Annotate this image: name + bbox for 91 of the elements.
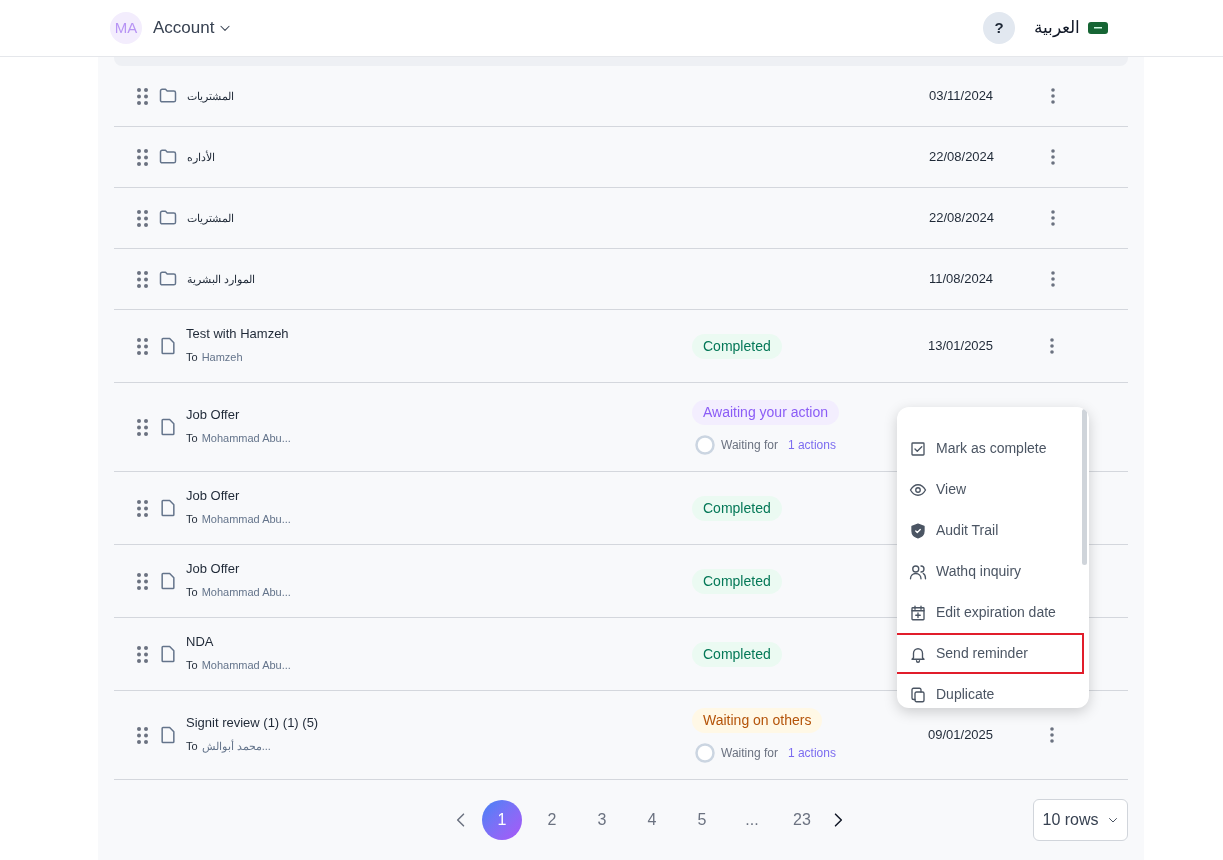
- waiting-label: Waiting for: [721, 744, 778, 762]
- date-text: 09/01/2025: [928, 726, 995, 745]
- language-button[interactable]: العربية: [1034, 15, 1108, 41]
- drag-handle-icon[interactable]: [137, 418, 148, 436]
- pending-circle-icon: [695, 434, 715, 455]
- menu-item[interactable]: Audit Trail: [897, 510, 1084, 551]
- status-badge: Completed: [692, 495, 782, 521]
- more-options-icon[interactable]: [1050, 338, 1054, 354]
- account-menu-button[interactable]: Account: [153, 15, 233, 41]
- pending-circle-icon: [695, 742, 715, 763]
- actions-link[interactable]: 1 actions: [787, 435, 836, 454]
- document-icon: [158, 643, 178, 665]
- date-text: 03/11/2024: [929, 87, 995, 106]
- status-badge: Completed: [692, 333, 782, 359]
- date-text: 22/08/2024: [929, 148, 996, 167]
- actions-link[interactable]: 1 actions: [787, 743, 836, 762]
- page-button[interactable]: 1: [482, 800, 522, 840]
- drag-handle-icon[interactable]: [137, 337, 148, 355]
- recipient-name: محمد أبوالش...: [201, 738, 271, 755]
- item-title[interactable]: المشتريات: [187, 209, 693, 227]
- recipient-name: Mohammad Abu...: [201, 658, 291, 673]
- item-title[interactable]: Job Offer: [186, 558, 692, 578]
- date-text: 11/08/2024: [929, 270, 995, 289]
- menu-item[interactable]: View: [897, 469, 1084, 510]
- drag-handle-icon[interactable]: [137, 499, 148, 517]
- folder-icon: [157, 269, 179, 289]
- page-button[interactable]: 4: [632, 800, 672, 840]
- item-title[interactable]: الموارد البشرية: [187, 270, 693, 288]
- item-title[interactable]: Job Offer: [186, 485, 692, 505]
- recipient-name: Mohammad Abu...: [201, 512, 291, 527]
- more-options-icon[interactable]: [1050, 727, 1054, 743]
- to-label: To: [186, 431, 198, 446]
- to-label: To: [186, 658, 198, 673]
- item-title[interactable]: Test with Hamzeh: [186, 323, 692, 343]
- to-label: To: [186, 350, 198, 365]
- checkbox-icon: [909, 439, 927, 458]
- to-label: To: [186, 512, 198, 527]
- drag-handle-icon[interactable]: [137, 645, 148, 663]
- item-title[interactable]: الأداره: [187, 148, 693, 166]
- menu-item[interactable]: Mark as complete: [897, 428, 1084, 469]
- item-title[interactable]: Signit review (1) (1) (5): [186, 712, 692, 732]
- menu-item[interactable]: Edit expiration date: [897, 592, 1084, 633]
- recipient-name: Hamzeh: [201, 350, 243, 365]
- page-button[interactable]: ...: [732, 800, 772, 840]
- folder-icon: [157, 208, 179, 228]
- to-label: To: [186, 585, 198, 600]
- folder-icon: [157, 147, 179, 167]
- drag-handle-icon[interactable]: [137, 87, 148, 105]
- status-badge: Completed: [692, 641, 782, 667]
- document-icon: [158, 335, 178, 357]
- page-button[interactable]: 5: [682, 800, 722, 840]
- document-icon: [158, 497, 178, 519]
- more-options-icon[interactable]: [1051, 271, 1055, 287]
- scrollbar-thumb[interactable]: [1082, 409, 1087, 565]
- more-options-icon[interactable]: [1051, 88, 1055, 104]
- rows-per-page-select[interactable]: 10 rows: [1033, 799, 1128, 841]
- date-text: 13/01/2025: [928, 337, 995, 356]
- shield-icon: [909, 521, 927, 540]
- folder-icon: [157, 86, 179, 106]
- item-title[interactable]: Job Offer: [186, 404, 692, 424]
- drag-handle-icon[interactable]: [137, 270, 148, 288]
- drag-handle-icon[interactable]: [137, 148, 148, 166]
- page-button[interactable]: 3: [582, 800, 622, 840]
- date-text: 22/08/2024: [929, 209, 996, 228]
- menu-item[interactable]: Send reminder: [897, 633, 1084, 674]
- recipient-name: Mohammad Abu...: [201, 431, 291, 446]
- help-button[interactable]: ?: [983, 12, 1015, 44]
- drag-handle-icon[interactable]: [137, 209, 148, 227]
- item-title[interactable]: NDA: [186, 631, 692, 651]
- drag-handle-icon[interactable]: [137, 572, 148, 590]
- recipient-name: Mohammad Abu...: [201, 585, 291, 600]
- page-button[interactable]: 23: [782, 800, 822, 840]
- more-options-icon[interactable]: [1051, 210, 1055, 226]
- status-badge: Completed: [692, 568, 782, 594]
- copy-icon: [909, 685, 927, 704]
- waiting-label: Waiting for: [721, 436, 778, 454]
- more-options-icon[interactable]: [1051, 149, 1055, 165]
- status-badge: Waiting on others: [692, 707, 823, 733]
- document-icon: [158, 416, 178, 438]
- document-icon: [158, 724, 178, 746]
- menu-item[interactable]: Wathq inquiry: [897, 551, 1084, 592]
- to-label: To: [186, 739, 198, 754]
- page-button[interactable]: 2: [532, 800, 572, 840]
- document-icon: [158, 570, 178, 592]
- flag-icon: [1088, 22, 1108, 34]
- menu-item[interactable]: Duplicate: [897, 674, 1084, 708]
- drag-handle-icon[interactable]: [137, 726, 148, 744]
- users-icon: [909, 562, 927, 581]
- item-title[interactable]: المشتريات: [187, 87, 693, 105]
- calendar-icon: [909, 603, 927, 622]
- status-badge: Awaiting your action: [692, 399, 840, 425]
